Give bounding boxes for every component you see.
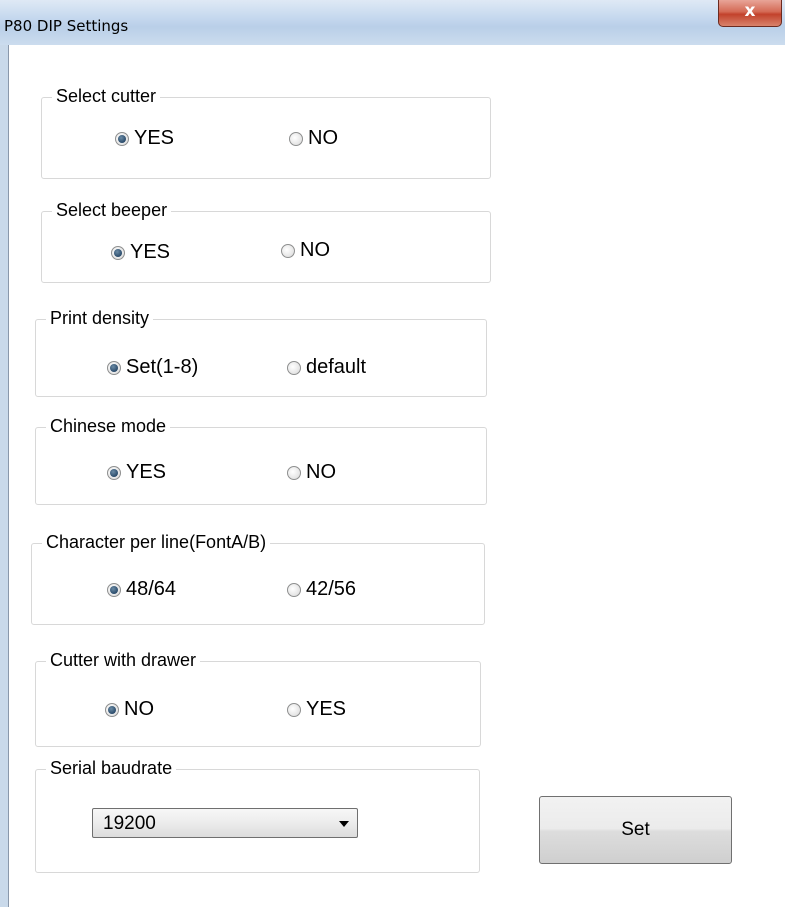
group-label: Select beeper: [52, 200, 172, 221]
radio-chars-48-64[interactable]: 48/64: [107, 578, 176, 601]
radio-button[interactable]: [107, 465, 121, 480]
title-bar[interactable]: P80 DIP Settings x: [0, 0, 785, 45]
radio-chinese-yes[interactable]: YES: [107, 461, 166, 484]
radio-cutter-no[interactable]: NO: [289, 127, 338, 150]
radio-label: YES: [306, 698, 347, 720]
radio-button[interactable]: [105, 702, 119, 717]
radio-chinese-no[interactable]: NO: [287, 461, 336, 484]
radio-label: NO: [306, 461, 336, 483]
set-button[interactable]: Set: [539, 796, 732, 864]
radio-label: 42/56: [306, 578, 357, 600]
close-button[interactable]: x: [718, 0, 782, 27]
radio-label: YES: [126, 461, 167, 483]
radio-button[interactable]: [115, 131, 129, 146]
radio-button[interactable]: [289, 131, 303, 146]
radio-drawer-yes[interactable]: YES: [287, 698, 346, 721]
radio-cutter-yes[interactable]: YES: [115, 127, 174, 150]
radio-button[interactable]: [111, 245, 125, 260]
group-select-beeper: Select beeper: [41, 200, 491, 283]
radio-label: YES: [134, 127, 175, 149]
group-chinese-mode: Chinese mode: [35, 416, 487, 505]
radio-label: NO: [300, 239, 330, 261]
radio-button[interactable]: [287, 702, 301, 717]
radio-density-default[interactable]: default: [287, 356, 366, 379]
window-title: P80 DIP Settings: [4, 17, 129, 35]
radio-beeper-yes[interactable]: YES: [111, 241, 170, 264]
radio-button[interactable]: [287, 465, 301, 480]
radio-button[interactable]: [287, 360, 301, 375]
group-print-density: Print density: [35, 308, 487, 397]
radio-beeper-no[interactable]: NO: [281, 239, 330, 262]
group-label: Chinese mode: [46, 416, 171, 437]
chevron-down-icon[interactable]: [339, 821, 349, 827]
group-label: Character per line(FontA/B): [42, 532, 271, 553]
radio-button[interactable]: [281, 243, 295, 258]
radio-button[interactable]: [107, 582, 121, 597]
close-icon: x: [744, 1, 756, 21]
group-label: Cutter with drawer: [46, 650, 201, 671]
radio-label: Set(1-8): [126, 356, 199, 378]
radio-button[interactable]: [107, 360, 121, 375]
radio-label: YES: [130, 241, 171, 263]
group-select-cutter: Select cutter: [41, 86, 491, 179]
radio-button[interactable]: [287, 582, 301, 597]
group-label: Select cutter: [52, 86, 161, 107]
group-label: Serial baudrate: [46, 758, 177, 779]
group-character-per-line: Character per line(FontA/B): [31, 532, 485, 625]
radio-label: NO: [308, 127, 338, 149]
radio-drawer-no[interactable]: NO: [105, 698, 154, 721]
baudrate-select[interactable]: 19200: [92, 808, 358, 838]
group-label: Print density: [46, 308, 154, 329]
baudrate-value: 19200: [103, 813, 156, 834]
dip-settings-window: P80 DIP Settings x Select cutter YES NO …: [0, 0, 785, 907]
radio-density-set[interactable]: Set(1-8): [107, 356, 198, 379]
radio-chars-42-56[interactable]: 42/56: [287, 578, 356, 601]
radio-label: 48/64: [126, 578, 177, 600]
radio-label: NO: [124, 698, 154, 720]
radio-label: default: [306, 356, 367, 378]
dialog-body: Select cutter YES NO Select beeper YES N…: [8, 45, 785, 907]
group-cutter-with-drawer: Cutter with drawer: [35, 650, 481, 747]
